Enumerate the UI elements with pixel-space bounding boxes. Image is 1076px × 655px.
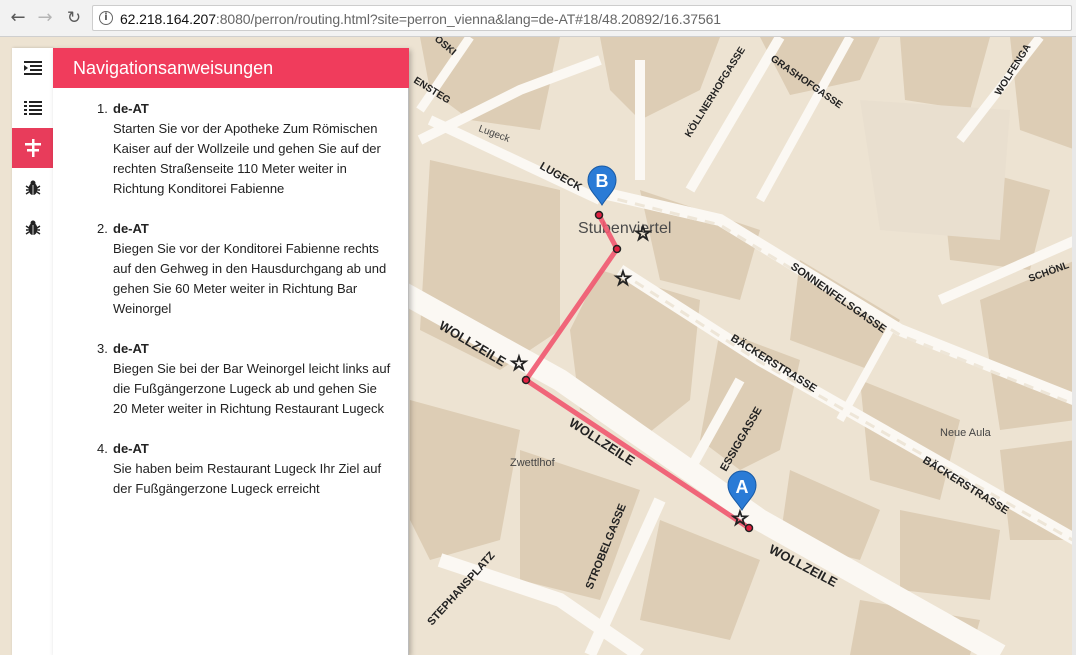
star-icon[interactable]: ☆ bbox=[613, 265, 632, 290]
bug-icon bbox=[25, 220, 40, 235]
step-title: de-AT bbox=[113, 341, 149, 356]
step-text: Sie haben beim Restaurant Lugeck Ihr Zie… bbox=[113, 461, 382, 496]
route-icon bbox=[24, 139, 41, 157]
side-toolbar bbox=[12, 48, 53, 655]
step-number: 1. bbox=[97, 101, 108, 116]
browser-toolbar: ← → ↻ i 62.218.164.207:8080/perron/routi… bbox=[0, 0, 1076, 37]
marker-a-label: A bbox=[736, 477, 749, 497]
instruction-step: 4. de-AT Sie haben beim Restaurant Lugec… bbox=[93, 439, 393, 499]
star-icon[interactable]: ☆ bbox=[730, 505, 749, 530]
step-title: de-AT bbox=[113, 221, 149, 236]
back-arrow-icon[interactable]: ← bbox=[8, 8, 28, 28]
panel-title: Navigationsanweisungen bbox=[73, 58, 274, 78]
panel-header: Navigationsanweisungen bbox=[53, 48, 409, 88]
forward-arrow-icon[interactable]: → bbox=[35, 8, 55, 28]
step-title: de-AT bbox=[113, 101, 149, 116]
reload-icon[interactable]: ↻ bbox=[64, 8, 84, 28]
url-path: :8080/perron/routing.html?site=perron_vi… bbox=[215, 11, 721, 27]
list-icon bbox=[23, 101, 42, 115]
list-indent-icon bbox=[23, 61, 42, 75]
step-number: 2. bbox=[97, 221, 108, 236]
map-label-stubenviertel: Stubenviertel bbox=[578, 220, 671, 237]
instruction-step: 3. de-AT Biegen Sie bei der Bar Weinorge… bbox=[93, 339, 393, 419]
star-icon[interactable]: ☆ bbox=[633, 220, 652, 245]
address-bar[interactable]: i 62.218.164.207:8080/perron/routing.htm… bbox=[92, 5, 1072, 31]
toolbar-button-route[interactable] bbox=[12, 128, 53, 168]
page-scrollbar[interactable] bbox=[1072, 37, 1076, 655]
step-text: Starten Sie vor der Apotheke Zum Römisch… bbox=[113, 121, 381, 196]
url-text[interactable]: 62.218.164.207:8080/perron/routing.html?… bbox=[120, 11, 721, 27]
map-label-zwettlhof: Zwettlhof bbox=[510, 457, 556, 469]
instruction-list: 1. de-AT Starten Sie vor der Apotheke Zu… bbox=[93, 99, 393, 519]
instruction-step: 1. de-AT Starten Sie vor der Apotheke Zu… bbox=[93, 99, 393, 199]
toolbar-button-indent[interactable] bbox=[12, 48, 53, 88]
map-label-neue-aula: Neue Aula bbox=[940, 427, 992, 439]
bug-icon bbox=[25, 180, 40, 195]
step-text: Biegen Sie vor der Konditorei Fabienne r… bbox=[113, 241, 387, 316]
step-number: 3. bbox=[97, 341, 108, 356]
toolbar-button-debug-2[interactable] bbox=[12, 208, 53, 248]
star-icon[interactable]: ☆ bbox=[509, 350, 528, 375]
route-node bbox=[594, 210, 604, 220]
plaza-area bbox=[860, 100, 1010, 240]
step-number: 4. bbox=[97, 441, 108, 456]
step-title: de-AT bbox=[113, 441, 149, 456]
route-node bbox=[521, 375, 531, 385]
navigation-panel: Navigationsanweisungen 1. de-AT Starten … bbox=[53, 48, 409, 655]
step-text: Biegen Sie bei der Bar Weinorgel leicht … bbox=[113, 361, 391, 416]
route-node bbox=[612, 244, 622, 254]
toolbar-button-debug-1[interactable] bbox=[12, 168, 53, 208]
info-icon[interactable]: i bbox=[99, 11, 113, 25]
marker-b-label: B bbox=[596, 171, 609, 191]
toolbar-button-list[interactable] bbox=[12, 88, 53, 128]
instruction-step: 2. de-AT Biegen Sie vor der Konditorei F… bbox=[93, 219, 393, 319]
url-host: 62.218.164.207 bbox=[120, 11, 216, 27]
